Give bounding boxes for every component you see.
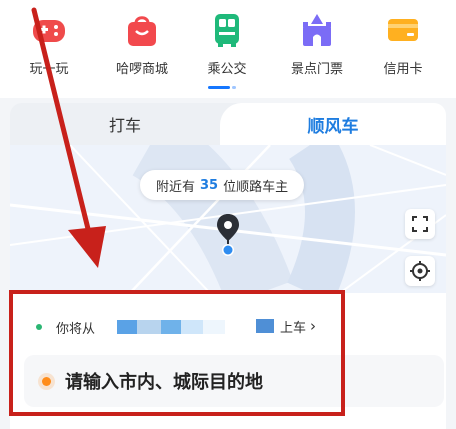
shortcut-mall[interactable]: 哈啰商城 xyxy=(97,12,187,77)
map-view[interactable]: 附近有 35 位顺路车主 xyxy=(10,145,446,293)
active-indicator-tail xyxy=(232,86,236,89)
shortcut-play[interactable]: 玩一玩 xyxy=(4,12,94,77)
locate-me-button[interactable] xyxy=(405,256,435,286)
game-controller-icon xyxy=(31,12,67,48)
shopping-bag-icon xyxy=(124,12,160,48)
nearby-count: 35 xyxy=(200,177,219,193)
shortcut-label: 信用卡 xyxy=(383,62,423,77)
tab-hitch[interactable]: 顺风车 xyxy=(220,103,446,145)
shortcut-label: 哈啰商城 xyxy=(115,62,168,77)
nearby-suffix: 位顺路车主 xyxy=(223,179,289,195)
shortcut-label: 乘公交 xyxy=(207,62,247,77)
castle-icon xyxy=(299,12,335,48)
highlight-box xyxy=(9,290,345,416)
credit-card-icon xyxy=(385,12,421,48)
nearby-prefix: 附近有 xyxy=(156,179,196,195)
shortcut-label: 景点门票 xyxy=(290,62,343,77)
fullscreen-icon xyxy=(412,216,428,232)
service-shortcut-bar: 玩一玩 哈啰商城 乘公交 景点门票 信用卡 xyxy=(0,0,456,98)
ride-type-tabs: 打车 顺风车 xyxy=(10,103,446,145)
fullscreen-button[interactable] xyxy=(405,209,435,239)
tab-taxi[interactable]: 打车 xyxy=(10,103,240,145)
active-indicator xyxy=(208,86,230,89)
shortcut-credit-card[interactable]: 信用卡 xyxy=(358,12,448,77)
bus-icon xyxy=(209,12,245,48)
shortcut-label: 玩一玩 xyxy=(29,62,69,77)
nearby-drivers-bubble: 附近有 35 位顺路车主 xyxy=(140,170,305,200)
crosshair-icon xyxy=(410,261,430,281)
shortcut-bus[interactable]: 乘公交 xyxy=(182,12,272,77)
shortcut-tickets[interactable]: 景点门票 xyxy=(272,12,362,77)
